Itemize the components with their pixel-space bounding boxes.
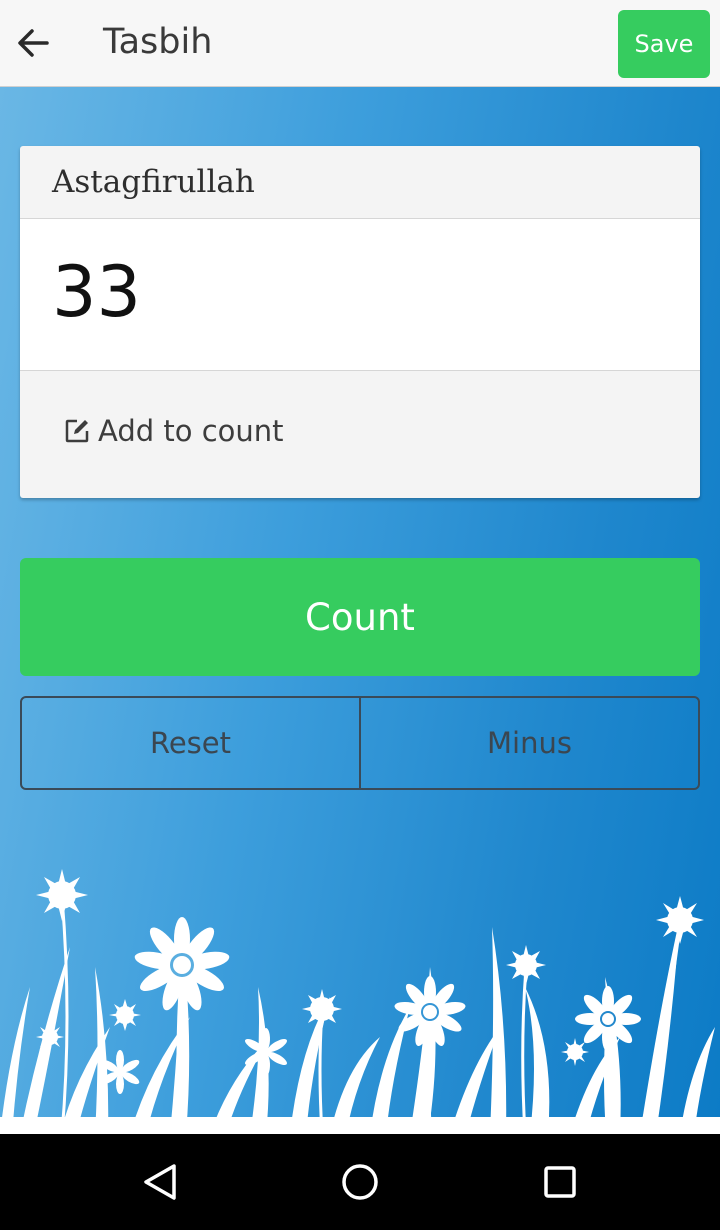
back-button[interactable] [10,20,56,66]
count-button[interactable]: Count [20,558,700,676]
reset-minus-group: Reset Minus [20,696,700,790]
home-circle-icon [342,1164,378,1200]
add-to-count-link[interactable]: Add to count [64,411,284,451]
count-value: 33 [52,251,142,333]
nav-back-button[interactable] [136,1158,184,1206]
main-content: Astagfirullah 33 Add to count Count Rese… [0,87,720,1134]
count-display: 33 [20,218,700,371]
arrow-left-icon [18,29,49,57]
page-title: Tasbih [103,22,213,62]
nav-home-button[interactable] [336,1158,384,1206]
save-button[interactable]: Save [618,10,710,78]
back-triangle-icon [144,1164,176,1200]
reset-button[interactable]: Reset [22,698,359,788]
edit-icon [65,419,89,443]
add-to-count-label: Add to count [98,414,284,448]
dhikr-card: Astagfirullah 33 Add to count [20,146,700,498]
minus-button[interactable]: Minus [359,698,698,788]
app-header: Tasbih Save [0,0,720,87]
system-nav-bar [0,1134,720,1230]
dhikr-title: Astagfirullah [52,164,255,200]
recents-square-icon [544,1166,576,1198]
nav-recents-button[interactable] [536,1158,584,1206]
